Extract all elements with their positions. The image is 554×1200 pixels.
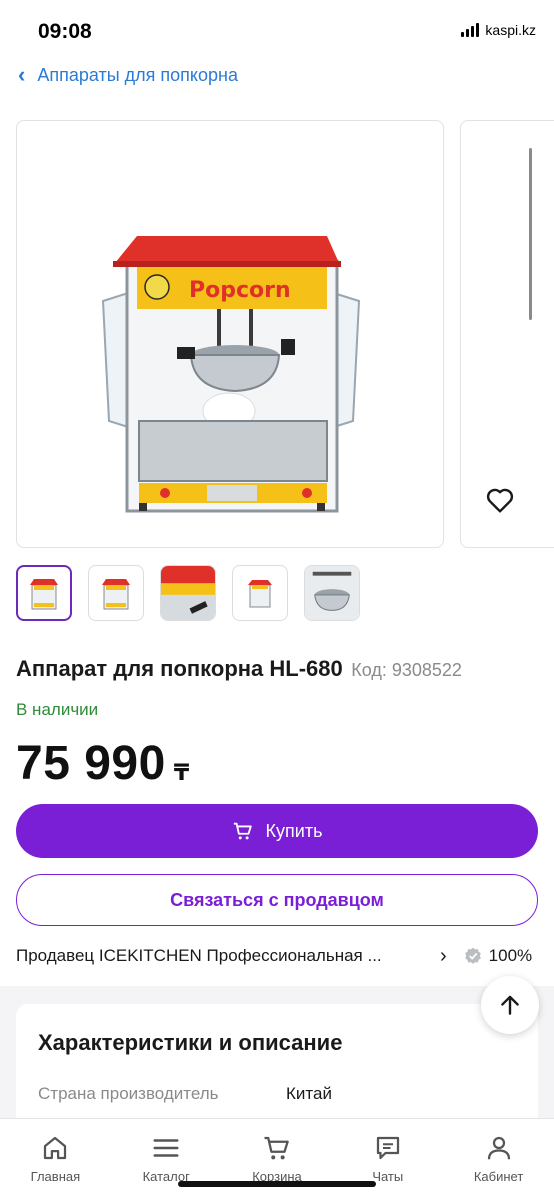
menu-icon [153, 1139, 179, 1157]
thumbnail-closeup-icon [161, 566, 215, 620]
seller-name: Продавец ICEKITCHEN Профессиональная ... [16, 946, 382, 965]
thumbnail-machine-icon [102, 579, 130, 610]
back-label: Аппараты для попкорна [37, 64, 238, 85]
image-gallery[interactable]: Popcorn [16, 120, 554, 550]
tab-profile[interactable]: Кабинет [443, 1119, 554, 1200]
chevron-right-icon: › [440, 944, 447, 967]
tab-home[interactable]: Главная [0, 1119, 111, 1200]
thumbnail-1[interactable] [16, 565, 72, 621]
buy-button[interactable]: Купить [16, 804, 538, 858]
bottom-tab-bar: Главная Каталог Корзина Чаты Кабинет [0, 1118, 554, 1200]
thumbnail-kettle-icon [305, 566, 359, 620]
contact-seller-button[interactable]: Связаться с продавцом [16, 874, 538, 926]
main-product-image[interactable]: Popcorn [16, 120, 444, 548]
tab-cart[interactable]: Корзина [222, 1119, 333, 1200]
cart-icon [233, 822, 252, 840]
status-time: 09:08 [38, 20, 92, 43]
tab-label: Главная [30, 1169, 81, 1184]
gallery-scroll-indicator [529, 148, 532, 320]
cart-icon [264, 1136, 289, 1160]
popcorn-machine-image: Popcorn [101, 236, 361, 513]
characteristic-key: Страна производитель [38, 1084, 219, 1103]
status-indicators: kaspi.kz [461, 22, 536, 38]
thumbnail-machine-icon [248, 580, 272, 608]
tab-label: Кабинет [473, 1169, 524, 1184]
price-value: 75 990 [16, 737, 166, 790]
thumbnail-3[interactable] [160, 565, 216, 621]
seller-row[interactable]: Продавец ICEKITCHEN Профессиональная ...… [16, 940, 540, 972]
characteristics-title: Характеристики и описание [38, 1030, 343, 1055]
thumbnail-4[interactable] [232, 565, 288, 621]
price-block: 75 990 ₸ [16, 736, 189, 792]
verified-badge-icon [464, 947, 481, 964]
signal-icon [461, 23, 480, 37]
tab-catalog[interactable]: Каталог [111, 1119, 222, 1200]
tab-label: Чаты [372, 1169, 404, 1184]
arrow-up-icon [501, 995, 519, 1015]
seller-rating: 100% [463, 946, 532, 966]
chat-icon [376, 1136, 399, 1160]
user-icon [487, 1136, 510, 1160]
contact-seller-label: Связаться с продавцом [170, 889, 384, 910]
thumbnail-2[interactable] [88, 565, 144, 621]
carrier-label: kaspi.kz [485, 22, 536, 38]
product-code: Код: 9308522 [351, 660, 462, 680]
status-bar: 09:08 kaspi.kz [0, 0, 554, 56]
tab-chats[interactable]: Чаты [332, 1119, 443, 1200]
home-icon [44, 1136, 67, 1160]
product-title: Аппарат для попкорна HL-680 [16, 656, 343, 681]
thumbnail-machine-icon [30, 579, 58, 610]
back-link[interactable]: ‹ Аппараты для попкорна [18, 60, 238, 90]
seller-rating-value: 100% [488, 946, 533, 965]
scroll-to-top-button[interactable] [481, 976, 539, 1034]
chevron-left-icon: ‹ [18, 62, 26, 87]
svg-text:Popcorn: Popcorn [189, 278, 291, 303]
price-currency: ₸ [173, 760, 190, 785]
characteristic-value: Китай [286, 1084, 332, 1103]
buy-button-label: Купить [265, 820, 323, 841]
home-indicator [178, 1181, 376, 1187]
favorite-heart-icon[interactable] [484, 484, 516, 516]
thumbnail-5[interactable] [304, 565, 360, 621]
product-title-row: Аппарат для попкорна HL-680 Код: 9308522 [16, 656, 546, 682]
stock-status: В наличии [16, 700, 99, 719]
thumbnail-strip [16, 565, 360, 621]
